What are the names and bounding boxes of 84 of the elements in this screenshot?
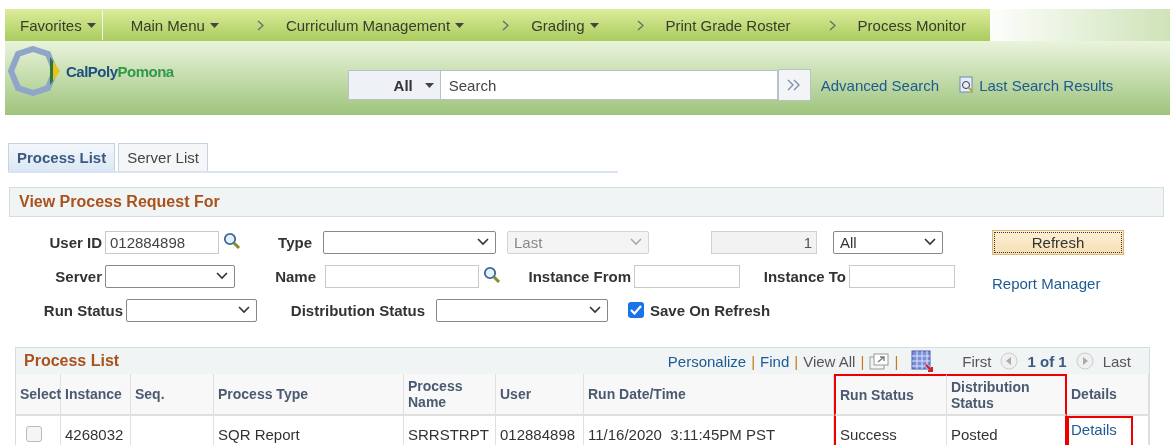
section-header: View Process Request For [9,187,1164,217]
table-cell: SQR Report [214,415,404,445]
separator: | [751,352,756,370]
breadcrumb-link[interactable]: Main Menu [130,16,219,34]
previous-icon[interactable] [1000,352,1019,370]
instance-to-field[interactable] [849,264,955,288]
column-header: Distribution Status [947,374,1067,415]
search-field[interactable]: Search [440,70,778,100]
details-link[interactable]: Details [1067,416,1133,445]
field-label: Name [274,267,317,285]
column-header: Run Status [834,374,947,415]
find-link[interactable]: Find [760,352,790,370]
column-header: Select [16,374,61,415]
column-header: Details [1067,374,1149,415]
chevron-down-icon [630,238,642,246]
tab[interactable]: Process List [8,143,116,171]
row-checkbox[interactable] [26,426,42,442]
new-window-icon[interactable] [869,352,890,370]
view-all-link[interactable]: View All [803,352,856,370]
refresh-button[interactable]: Refresh [992,229,1124,255]
table-cell: Success [834,415,947,445]
table-cell: Posted [947,415,1067,445]
caret-icon [455,22,465,28]
page-range: 1 of 1 [1027,352,1067,370]
separator: | [794,352,799,370]
double-chevron-icon [787,79,802,91]
caret-icon [589,22,599,28]
breadcrumb-link[interactable]: Print Grade Roster [665,16,791,34]
separator: | [894,352,899,370]
chevron-down-icon [477,238,489,246]
instance-from-field[interactable] [634,264,740,288]
download-grid-icon[interactable] [911,350,934,372]
first-label: First [962,352,992,370]
breadcrumb-link[interactable]: Favorites [20,16,96,34]
caret-icon [209,22,219,28]
breadcrumb-link[interactable]: Grading [531,16,599,34]
period-select[interactable]: All [833,230,943,254]
table-cell: 4268032 [61,415,131,445]
column-header: Run Date/Time [584,374,834,415]
distribution-status-select[interactable] [436,298,608,322]
field-label: User ID [48,233,103,251]
search-results-icon [959,76,976,94]
save-on-refresh-checkbox[interactable] [628,302,644,318]
chevron-down-icon [589,306,601,314]
breadcrumb-link[interactable]: Process Monitor [857,16,966,34]
chevron-down-icon [924,238,936,246]
search-icon[interactable] [223,231,241,250]
logo-text: CalPolyPomona [66,62,174,80]
chevron-down-icon [216,272,228,280]
table-cell: 012884898 [496,415,584,445]
advanced-search-link[interactable]: Advanced Search [820,76,940,94]
breadcrumb-link[interactable]: Curriculum Management [285,16,465,34]
field-label: Server [54,267,103,285]
field-label: Instance From [527,267,632,285]
separator: | [860,352,865,370]
column-header: Instance [61,374,131,415]
column-header: Seq. [131,374,214,415]
table-cell: 11/16/2020 3:11:45PM PST [584,415,834,445]
user-id-field[interactable]: 012884898 [105,230,219,254]
caret-icon [86,22,96,28]
grid-title: Process List [24,352,120,370]
run-status-select[interactable] [126,298,257,322]
last-label: Last [1102,352,1131,370]
column-header: Process Name [404,374,496,415]
caret-icon [424,82,434,88]
column-header: User [496,374,584,415]
name-field[interactable] [325,264,479,288]
server-select[interactable] [105,264,235,288]
field-label: Distribution Status [289,301,426,319]
type-select[interactable] [323,230,496,254]
field-label: Run Status [42,301,124,319]
field-label: Type [277,233,313,251]
search-icon[interactable] [483,265,501,284]
tab[interactable]: Server List [118,143,208,171]
next-icon[interactable] [1075,352,1094,370]
report-manager-link[interactable]: Report Manager [992,274,1101,292]
search-scope-select[interactable]: All [347,70,441,100]
checkbox-label: Save On Refresh [649,301,772,319]
field-label: Instance To [762,267,847,285]
personalize-link[interactable]: Personalize [667,352,747,370]
chevron-down-icon [238,306,250,314]
table-cell: SRRSTRPT [404,415,496,445]
column-header: Process Type [214,374,404,415]
last-search-results-link[interactable]: Last Search Results [979,76,1114,94]
